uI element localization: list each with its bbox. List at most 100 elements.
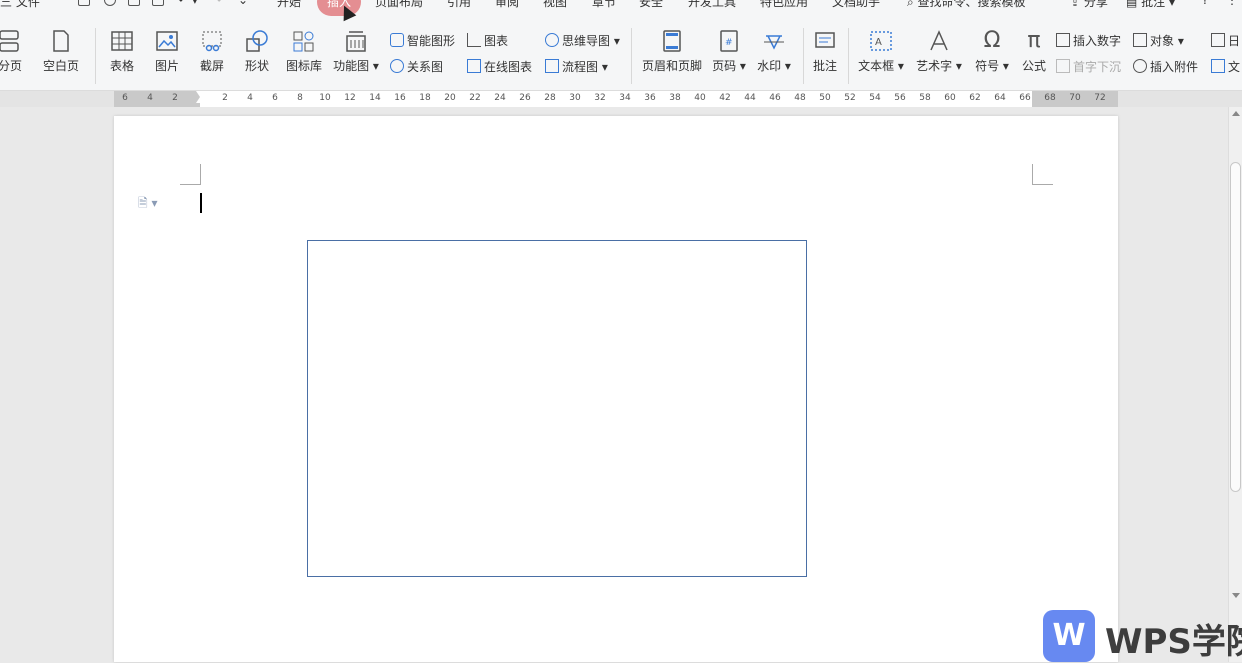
tab-chapter[interactable]: 章节 bbox=[592, 0, 616, 10]
icon-library-icon bbox=[293, 31, 314, 52]
document-button[interactable]: 文 bbox=[1211, 58, 1240, 76]
relation-chart-label: 关系图 bbox=[407, 60, 444, 74]
output-icon[interactable] bbox=[104, 0, 116, 6]
scroll-down-icon[interactable] bbox=[1232, 593, 1240, 598]
formula-button[interactable]: π 公式 bbox=[1018, 30, 1050, 74]
tab-developer[interactable]: 开发工具 bbox=[688, 0, 736, 10]
relation-chart-button[interactable]: 关系图 bbox=[390, 58, 443, 76]
header-footer-label: 页眉和页脚 bbox=[641, 59, 702, 73]
ruler-track bbox=[114, 91, 1118, 107]
ruler-tick-label: 12 bbox=[344, 93, 356, 103]
ruler-tick-label: 24 bbox=[494, 93, 506, 103]
function-chart-icon bbox=[346, 31, 366, 52]
ruler-tick-label: 54 bbox=[869, 93, 881, 103]
watermark-button[interactable]: 水印 ▾ bbox=[756, 30, 792, 74]
smart-art-icon bbox=[390, 33, 404, 47]
blank-page-button[interactable]: 空白页 bbox=[37, 30, 85, 74]
horizontal-ruler[interactable]: 6 4 2 2 4 6 8 10 12 14 16 18 20 22 24 26 28 30 32 34 36 38 40 4… bbox=[0, 91, 1242, 107]
insert-attachment-button[interactable]: 插入附件 bbox=[1133, 58, 1198, 76]
ruler-tick-label: 56 bbox=[894, 93, 906, 103]
save-icon[interactable] bbox=[78, 0, 90, 6]
tab-view[interactable]: 视图 bbox=[543, 0, 567, 10]
ruler-tick-label: 68 bbox=[1044, 93, 1056, 103]
command-search[interactable]: ⌕ 查找命令、搜索模板 bbox=[907, 0, 1026, 10]
tab-home[interactable]: 开始 bbox=[277, 0, 301, 10]
wordart-icon bbox=[930, 30, 948, 51]
flowchart-icon bbox=[545, 59, 559, 73]
tab-references[interactable]: 引用 bbox=[447, 0, 471, 10]
quick-access-dropdown-icon[interactable]: ⌄ bbox=[238, 0, 248, 7]
object-button[interactable]: 对象 ▾ bbox=[1133, 32, 1184, 50]
symbol-button[interactable]: Ω 符号 ▾ bbox=[972, 30, 1012, 74]
ruler-tick-label: 58 bbox=[919, 93, 931, 103]
inserted-textbox[interactable] bbox=[307, 240, 807, 577]
tab-special-apps[interactable]: 特色应用 bbox=[760, 0, 808, 10]
object-icon bbox=[1133, 33, 1147, 47]
scroll-thumb[interactable] bbox=[1230, 162, 1241, 492]
textbox-button[interactable]: A 文本框 ▾ bbox=[857, 30, 905, 74]
print-icon[interactable] bbox=[128, 0, 140, 6]
picture-button[interactable]: 图片 bbox=[149, 30, 185, 74]
tab-page-layout[interactable]: 页面布局 bbox=[375, 0, 423, 10]
page-number-button[interactable]: # 页码 ▾ bbox=[711, 30, 747, 74]
print-preview-icon[interactable] bbox=[152, 0, 164, 6]
help-button[interactable]: ? bbox=[1202, 0, 1208, 7]
tab-doc-assistant[interactable]: 文档助手 bbox=[832, 0, 880, 10]
undo-icon[interactable]: ↶ ▾ bbox=[178, 0, 198, 7]
page-break-button[interactable]: 分页 bbox=[0, 30, 22, 74]
share-button[interactable]: ⇪ 分享 bbox=[1070, 0, 1108, 10]
scroll-up-icon[interactable] bbox=[1232, 111, 1240, 116]
wordart-button[interactable]: 艺术字 ▾ bbox=[915, 30, 963, 74]
ribbon-separator bbox=[803, 28, 804, 84]
screenshot-button[interactable]: 截屏 bbox=[194, 30, 230, 74]
chart-label: 图表 bbox=[484, 34, 509, 48]
page-break-icon bbox=[0, 30, 19, 52]
file-menu[interactable]: 三 文件 bbox=[0, 0, 40, 10]
function-chart-button[interactable]: 功能图 ▾ bbox=[332, 30, 380, 74]
comment-menu-button[interactable]: ▤ 批注 ▾ bbox=[1126, 0, 1175, 10]
ruler-tick-label: 52 bbox=[844, 93, 856, 103]
document-page[interactable]: 🗎 ▾ bbox=[114, 116, 1118, 662]
blank-page-icon bbox=[53, 30, 69, 52]
ruler-tick-label: 30 bbox=[569, 93, 581, 103]
shape-label: 形状 bbox=[244, 59, 269, 73]
online-chart-button[interactable]: 在线图表 bbox=[467, 58, 532, 76]
chart-button[interactable]: 图表 bbox=[467, 32, 508, 50]
shape-button[interactable]: 形状 bbox=[239, 30, 275, 74]
paragraph-options-icon[interactable]: 🗎 ▾ bbox=[138, 194, 158, 215]
ruler-tick-label: 40 bbox=[694, 93, 706, 103]
icon-library-label: 图标库 bbox=[285, 59, 322, 73]
tab-security[interactable]: 安全 bbox=[639, 0, 663, 10]
flowchart-button[interactable]: 流程图 ▾ bbox=[545, 58, 608, 76]
date-button[interactable]: 日 bbox=[1211, 32, 1240, 50]
page-break-label: 分页 bbox=[0, 59, 23, 73]
function-chart-label: 功能图 ▾ bbox=[333, 59, 379, 73]
drop-cap-button[interactable]: 首字下沉 bbox=[1056, 58, 1121, 76]
header-footer-button[interactable]: 页眉和页脚 bbox=[640, 30, 704, 74]
drop-cap-icon bbox=[1056, 59, 1070, 73]
calendar-icon bbox=[1211, 33, 1225, 47]
table-button[interactable]: 表格 bbox=[104, 30, 140, 74]
insert-number-button[interactable]: 插入数字 bbox=[1056, 32, 1121, 50]
smart-art-button[interactable]: 智能图形 bbox=[390, 32, 455, 50]
textbox-label: 文本框 ▾ bbox=[858, 59, 904, 73]
paperclip-icon bbox=[1133, 59, 1147, 73]
text-cursor bbox=[200, 193, 202, 213]
vertical-scrollbar[interactable] bbox=[1228, 107, 1242, 662]
tab-review[interactable]: 审阅 bbox=[495, 0, 519, 10]
annotation-button[interactable]: 批注 bbox=[810, 30, 840, 74]
symbol-label: 符号 ▾ bbox=[975, 59, 1009, 73]
flowchart-label: 流程图 bbox=[562, 60, 599, 74]
ruler-tick-label: 4 bbox=[147, 93, 153, 103]
menu-bar: 三 文件 ↶ ▾ ↷ ⌄ 开始 插入 页面布局 引用 审阅 视图 章节 安全 开… bbox=[0, 0, 1242, 22]
ruler-tick-label: 16 bbox=[394, 93, 406, 103]
mindmap-button[interactable]: 思维导图 ▾ bbox=[545, 32, 620, 50]
icon-library-button[interactable]: 图标库 bbox=[284, 30, 324, 74]
table-icon bbox=[111, 31, 133, 51]
indent-marker-icon[interactable] bbox=[196, 91, 204, 107]
document-icon bbox=[1211, 59, 1225, 73]
redo-icon[interactable]: ↷ bbox=[212, 0, 222, 7]
ruler-tick-label: 46 bbox=[769, 93, 781, 103]
more-icon[interactable]: ⋮ bbox=[1226, 0, 1238, 7]
page-number-icon: # bbox=[720, 30, 738, 52]
